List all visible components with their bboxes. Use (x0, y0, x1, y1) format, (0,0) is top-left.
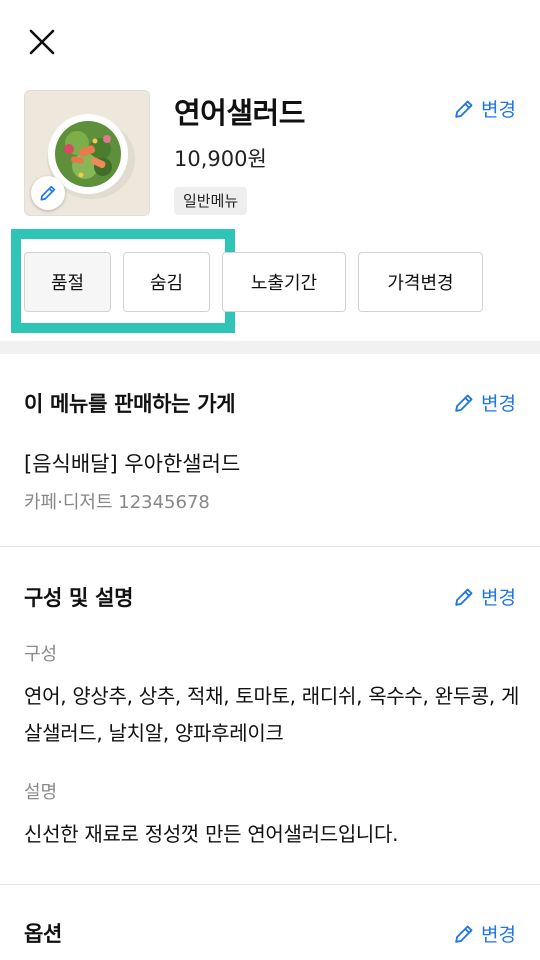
composition-edit-button[interactable]: 변경 (453, 583, 516, 610)
display-period-button[interactable]: 노출기간 (222, 252, 346, 312)
price-change-label: 가격변경 (387, 273, 454, 294)
menu-type-badge: 일반메뉴 (174, 187, 248, 215)
store-section-title: 이 메뉴를 판매하는 가게 (24, 392, 236, 416)
section-divider (0, 341, 540, 354)
close-icon (29, 29, 55, 55)
close-button[interactable] (22, 22, 62, 62)
store-edit-button[interactable]: 변경 (453, 389, 516, 416)
hide-button[interactable]: 숨김 (123, 252, 210, 312)
image-edit-button[interactable] (31, 176, 65, 210)
pencil-icon (455, 100, 473, 118)
display-period-label: 노출기간 (250, 273, 318, 294)
edit-label: 변경 (481, 393, 516, 415)
pencil-icon (40, 185, 56, 201)
composition-section-title: 구성 및 설명 (24, 586, 134, 610)
soldout-label: 품절 (50, 273, 85, 294)
divider (0, 546, 540, 547)
divider (0, 884, 540, 885)
pencil-icon (455, 394, 473, 412)
soldout-button[interactable]: 품절 (24, 252, 111, 312)
options-section-title: 옵션 (24, 922, 63, 946)
description-label: 설명 (24, 782, 58, 803)
menu-name: 연어샐러드 (174, 96, 305, 130)
pencil-icon (455, 588, 473, 606)
menu-edit-button[interactable]: 변경 (453, 95, 516, 122)
edit-label: 변경 (481, 99, 516, 121)
edit-label: 변경 (481, 924, 516, 946)
pencil-icon (455, 925, 473, 943)
edit-label: 변경 (481, 587, 516, 609)
store-meta: 카페·디저트 12345678 (24, 492, 210, 513)
price-change-button[interactable]: 가격변경 (358, 252, 483, 312)
composition-label: 구성 (24, 644, 58, 665)
store-name: [음식배달] 우아한샐러드 (24, 452, 241, 476)
menu-price: 10,900원 (174, 147, 267, 171)
description-text: 신선한 재료로 정성껏 만든 연어샐러드입니다. (24, 822, 399, 846)
options-edit-button[interactable]: 변경 (453, 920, 516, 947)
composition-text: 연어, 양상추, 상추, 적채, 토마토, 래디쉬, 옥수수, 완두콩, 게살샐… (24, 684, 520, 745)
hide-label: 숨김 (149, 273, 184, 294)
